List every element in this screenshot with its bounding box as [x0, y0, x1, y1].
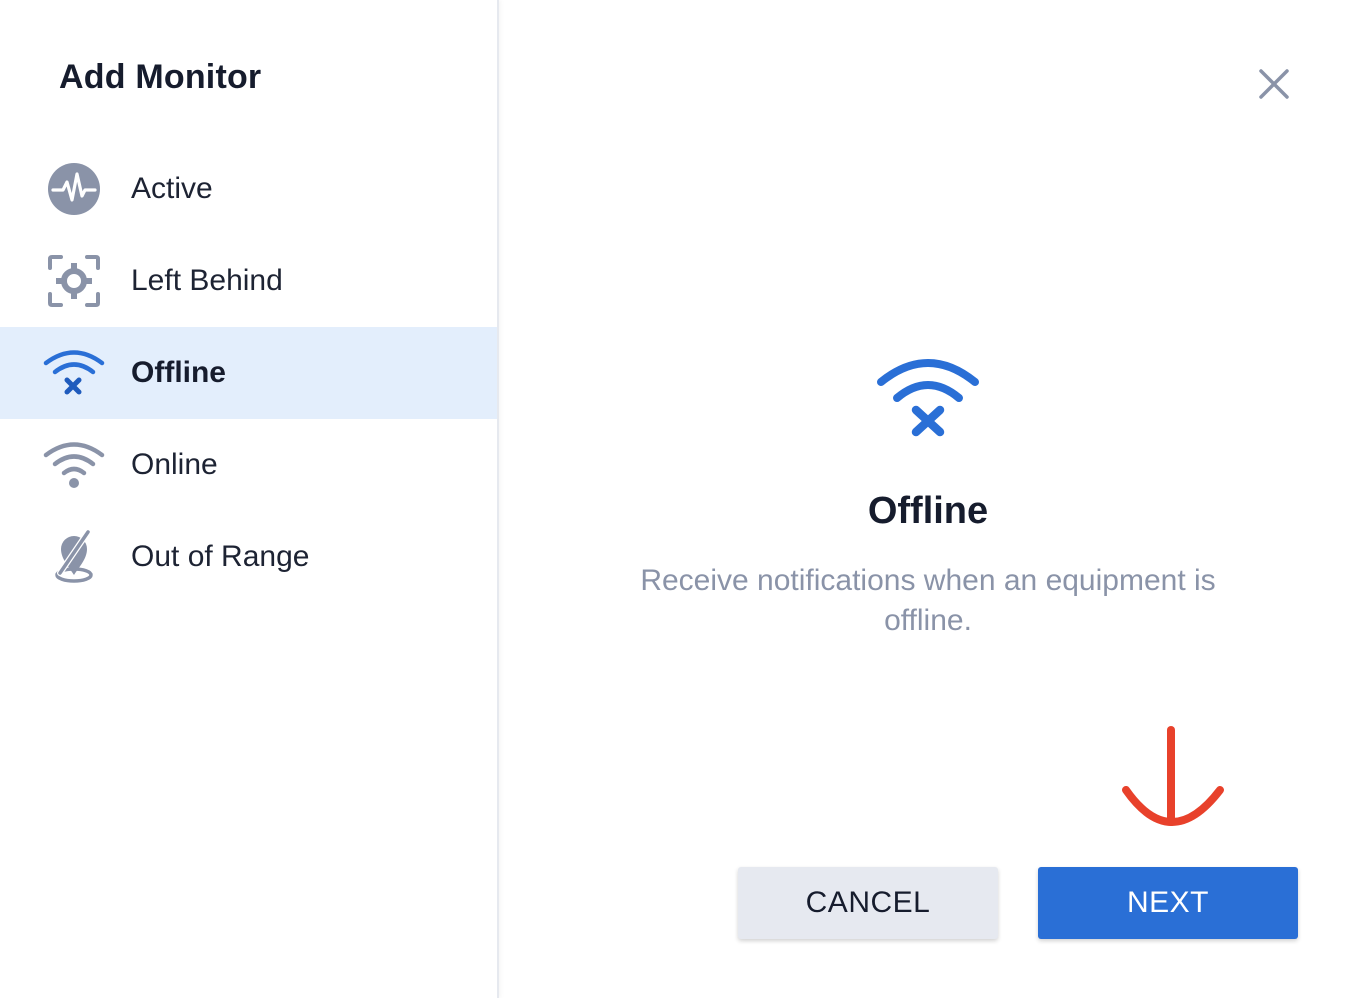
next-button[interactable]: NEXT	[1038, 867, 1298, 939]
monitor-type-description: Receive notifications when an equipment …	[640, 564, 1216, 637]
sidebar-item-label: Left Behind	[131, 264, 283, 297]
wifi-icon	[42, 435, 106, 495]
focus-target-icon	[42, 251, 106, 311]
sidebar-item-active[interactable]: Active	[0, 143, 497, 235]
sidebar-item-out-of-range[interactable]: Out of Range	[0, 511, 497, 603]
sidebar-item-offline[interactable]: Offline	[0, 327, 497, 419]
sidebar-item-label: Active	[131, 172, 213, 205]
wifi-off-icon	[42, 343, 106, 403]
add-monitor-dialog: Add Monitor Active Left Behind Offline O…	[0, 0, 1356, 998]
pulse-icon	[42, 159, 106, 219]
sidebar-item-online[interactable]: Online	[0, 419, 497, 511]
monitor-type-list: Active Left Behind Offline Online Out of…	[0, 143, 497, 603]
close-button[interactable]	[1250, 60, 1298, 108]
location-off-icon	[42, 527, 106, 587]
dialog-title: Add Monitor	[59, 58, 262, 96]
sidebar-item-label: Offline	[131, 356, 226, 389]
sidebar-item-label: Online	[131, 448, 218, 481]
cancel-button[interactable]: CANCEL	[738, 867, 998, 939]
sidebar-item-label: Out of Range	[131, 540, 310, 573]
sidebar-item-left-behind[interactable]: Left Behind	[0, 235, 497, 327]
wifi-off-icon	[872, 352, 984, 444]
monitor-type-title: Offline	[867, 490, 989, 532]
red-arrow-down-icon	[1116, 726, 1232, 836]
close-icon	[1259, 69, 1289, 99]
monitor-type-sidebar: Add Monitor Active Left Behind Offline O…	[0, 0, 499, 998]
